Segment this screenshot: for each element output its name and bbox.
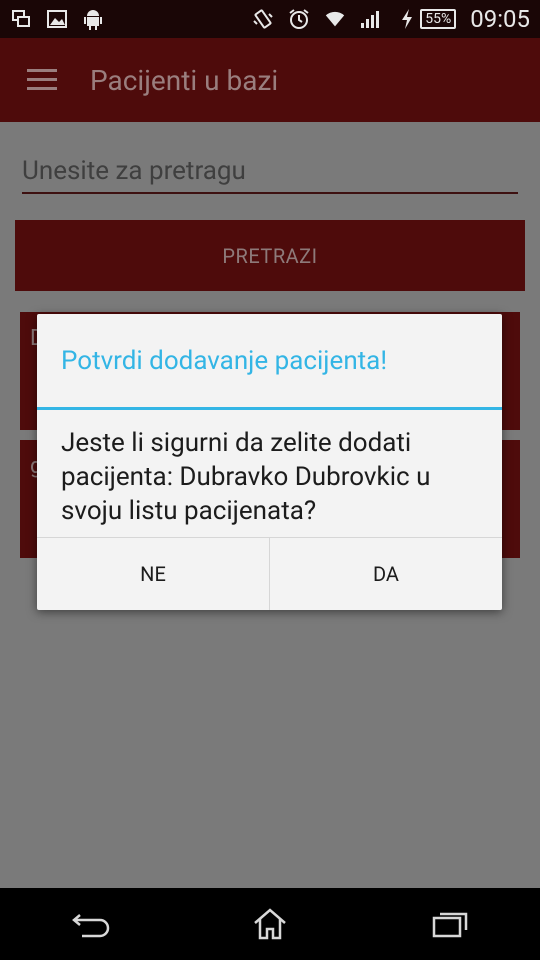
dialog-title: Potvrdi dodavanje pacijenta! [37, 314, 502, 410]
home-icon [254, 908, 286, 940]
recent-apps-button[interactable] [420, 894, 480, 954]
page-title: Pacijenti u bazi [90, 63, 279, 97]
search-button[interactable]: PRETRAZI [15, 220, 525, 291]
battery-percent: 55% [420, 9, 457, 29]
wifi-icon [324, 8, 346, 30]
back-button[interactable] [60, 894, 120, 954]
back-icon [72, 914, 110, 938]
android-icon [82, 8, 104, 30]
cancel-button[interactable]: NE [37, 538, 269, 610]
status-time: 09:05 [470, 5, 530, 33]
confirm-dialog: Potvrdi dodavanje pacijenta! Jeste li si… [37, 314, 502, 610]
alarm-icon [288, 8, 310, 30]
image-icon [46, 8, 68, 30]
hamburger-menu-icon [27, 69, 57, 90]
charging-icon [396, 8, 418, 30]
dialog-button-bar: NE DA [37, 537, 502, 610]
status-bar-left [10, 8, 104, 30]
status-bar-right: 55% 09:05 [252, 5, 530, 33]
signal-icon [360, 8, 382, 30]
navigation-bar [0, 888, 540, 960]
multiwindow-icon [10, 8, 32, 30]
vibrate-icon [252, 8, 274, 30]
menu-button[interactable] [0, 38, 84, 122]
search-input[interactable] [22, 150, 518, 194]
dialog-message: Jeste li sigurni da zelite dodati pacije… [61, 428, 431, 526]
recent-apps-icon [432, 912, 468, 938]
battery-indicator: 55% [396, 8, 457, 30]
confirm-button[interactable]: DA [269, 538, 502, 610]
app-bar: Pacijenti u bazi [0, 38, 540, 122]
home-button[interactable] [240, 894, 300, 954]
status-bar: 55% 09:05 [0, 0, 540, 38]
